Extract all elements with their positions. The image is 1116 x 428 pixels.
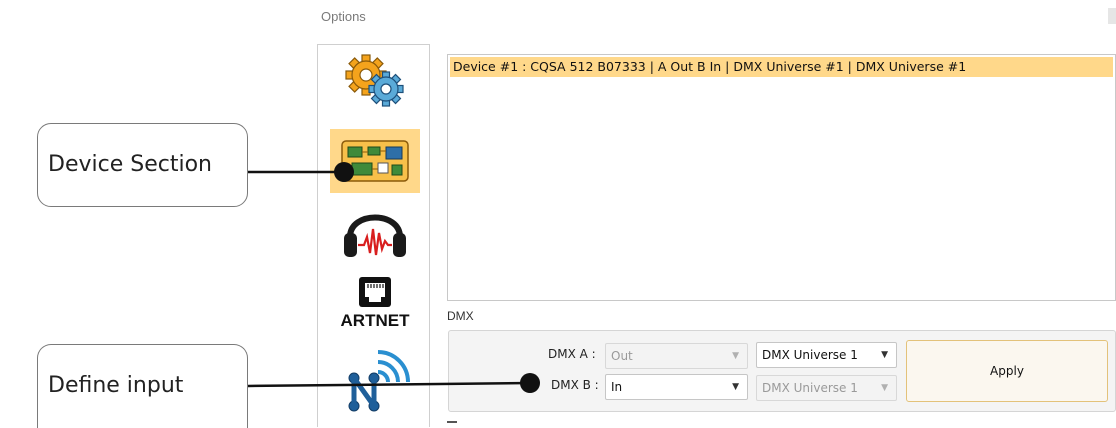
input-callout-dot: [520, 373, 540, 393]
device-callout-dot: [334, 162, 354, 182]
input-callout-line: [247, 381, 531, 388]
callout-device-section: Device Section: [37, 123, 248, 207]
callout-define-input: Define input: [37, 344, 248, 428]
